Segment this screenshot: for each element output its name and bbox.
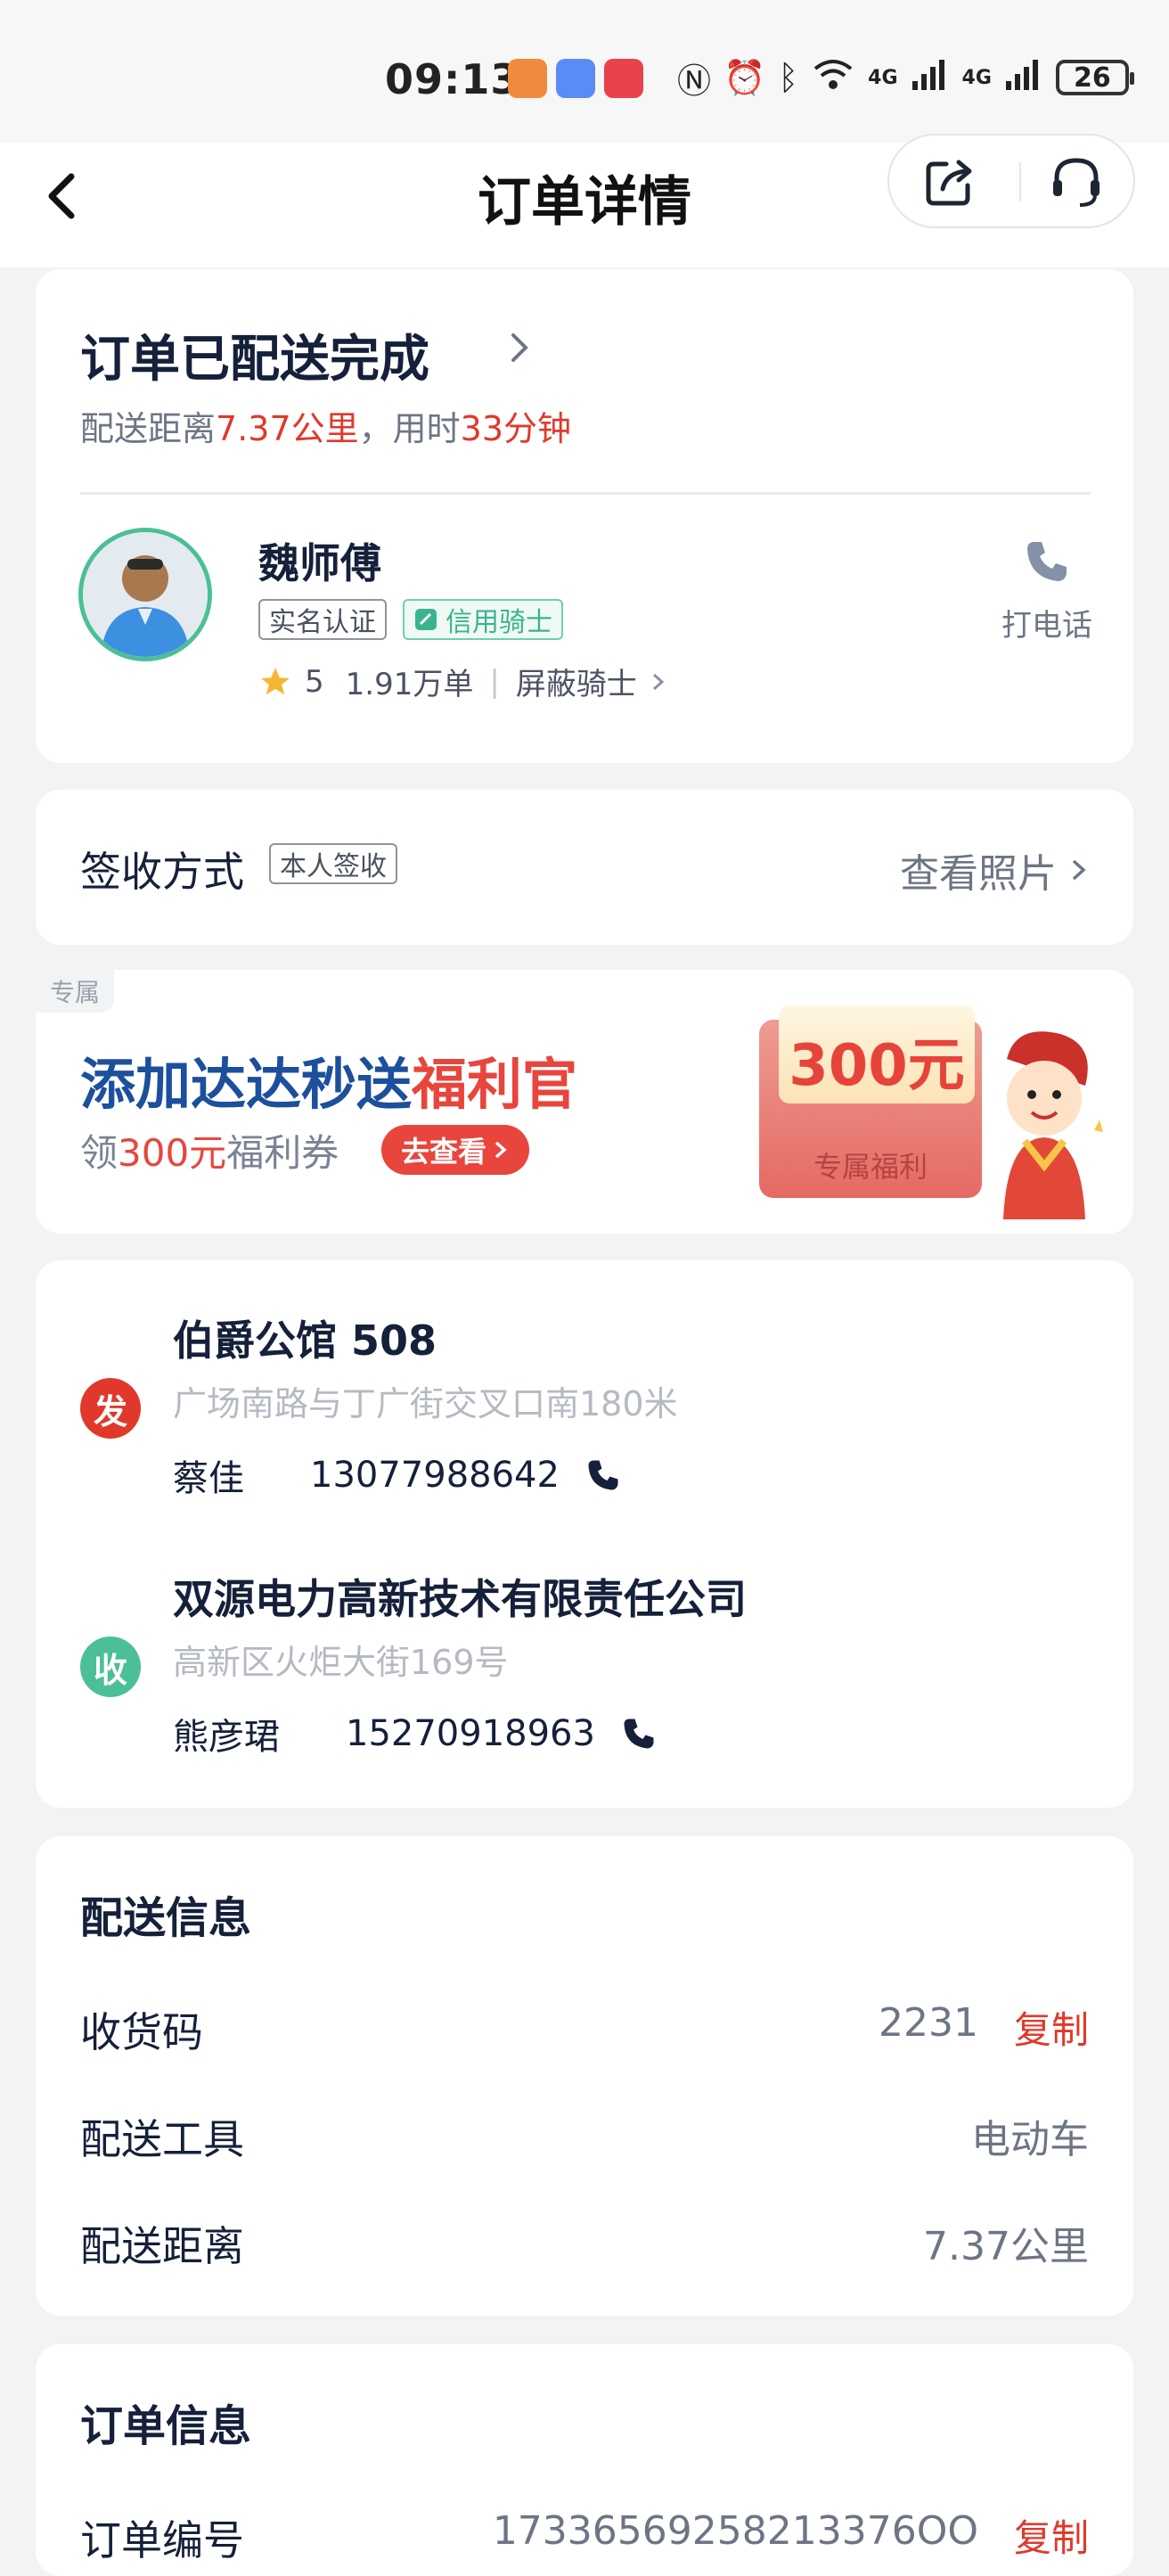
order-number-row: 17336569258213376OO 复制 bbox=[493, 2508, 1089, 2563]
signal-icon-1 bbox=[911, 56, 950, 100]
delivery-tool-value: 电动车 bbox=[971, 2117, 1089, 2162]
sign-method-tag: 本人签收 bbox=[269, 843, 397, 884]
promo-title: 添加达达秒送福利官 bbox=[80, 1039, 577, 1120]
pickup-code-value: 2231 bbox=[879, 2000, 978, 2046]
envelope-label: 专属福利 bbox=[813, 1150, 928, 1184]
pickup-code-label: 收货码 bbox=[80, 2008, 203, 2056]
order-status-title[interactable]: 订单已配送完成 bbox=[80, 319, 429, 391]
alarm-icon: ⏰ bbox=[723, 57, 766, 97]
promo-button-label: 去查看 bbox=[401, 1135, 487, 1169]
call-rider-button[interactable]: 打电话 bbox=[989, 537, 1105, 644]
call-label: 打电话 bbox=[1001, 608, 1092, 644]
promo-banner[interactable]: 专属 添加达达秒送福利官 领300元福利券 去查看 300元 专属福利 bbox=[36, 970, 1133, 1234]
share-icon bbox=[926, 160, 972, 206]
pickup-code-row: 2231 复制 bbox=[879, 2000, 1089, 2055]
status-bar: 09:13 Ⓝ ⏰ ᛒ 4G 4G 26 bbox=[0, 0, 1169, 143]
view-photo-label: 查看照片 bbox=[900, 851, 1057, 897]
sender-contact: 蔡佳 13077988642 bbox=[173, 1449, 622, 1501]
delivery-info-title: 配送信息 bbox=[80, 1893, 252, 1943]
summary-duration: 33分钟 bbox=[460, 409, 572, 448]
network-label-2: 4G bbox=[961, 66, 992, 89]
rider-order-count: 1.91万单 bbox=[345, 667, 474, 702]
summary-prefix: 配送距离 bbox=[80, 409, 217, 448]
sender-phone: 13077988642 bbox=[310, 1455, 560, 1496]
receiver-contact: 熊彦珺 15270918963 bbox=[173, 1708, 658, 1760]
nav-action-group bbox=[887, 134, 1135, 228]
order-info-title: 订单信息 bbox=[80, 2401, 252, 2451]
promo-sub-amount: 300元 bbox=[118, 1131, 227, 1175]
chevron-right-icon bbox=[1072, 859, 1086, 881]
app-notification-icon bbox=[508, 59, 547, 98]
sender-contact-name: 蔡佳 bbox=[173, 1458, 244, 1499]
sender-badge: 发 bbox=[80, 1378, 141, 1439]
phone-icon bbox=[1027, 542, 1067, 581]
sender-address: 广场南路与丁广街交叉口南180米 bbox=[173, 1384, 678, 1423]
credit-rider-tag: 信用骑士 bbox=[403, 599, 563, 640]
receiver-address: 高新区火炬大街169号 bbox=[173, 1643, 509, 1682]
customer-service-button[interactable] bbox=[1048, 153, 1105, 210]
delivery-info-card: 配送信息 收货码 2231 复制 配送工具 电动车 配送距离 7.37公里 bbox=[36, 1836, 1133, 2316]
nfc-icon: Ⓝ bbox=[677, 61, 712, 101]
phone-icon[interactable] bbox=[620, 1715, 658, 1752]
promo-sub-prefix: 领 bbox=[80, 1131, 119, 1175]
signal-icon-2 bbox=[1004, 56, 1043, 100]
delivery-distance-value: 7.37公里 bbox=[923, 2224, 1089, 2269]
phone-icon[interactable] bbox=[584, 1456, 622, 1494]
promo-sub-suffix: 福利券 bbox=[226, 1131, 339, 1175]
promo-title-highlight: 福利官 bbox=[412, 1052, 578, 1117]
rider-stats: 5 1.91万单 | 屏蔽骑士 bbox=[258, 660, 667, 703]
view-photo-link[interactable]: 查看照片 bbox=[900, 841, 1089, 898]
wifi-icon bbox=[811, 56, 855, 100]
message-notification-icon bbox=[556, 59, 595, 98]
network-label-1: 4G bbox=[868, 66, 898, 89]
copy-order-button[interactable]: 复制 bbox=[1014, 2508, 1089, 2563]
bluetooth-icon: ᛒ bbox=[778, 58, 799, 97]
receiver-phone: 15270918963 bbox=[346, 1713, 595, 1754]
block-rider-link[interactable]: 屏蔽骑士 bbox=[516, 660, 637, 703]
promo-view-button[interactable]: 去查看 bbox=[381, 1125, 530, 1175]
rider-rating: 5 bbox=[305, 663, 324, 700]
status-time: 09:13 bbox=[385, 55, 520, 103]
status-chevron-icon[interactable] bbox=[508, 328, 533, 371]
order-number-value: 17336569258213376OO bbox=[492, 2508, 978, 2554]
promo-corner-tag: 专属 bbox=[36, 970, 115, 1013]
envelope-amount: 300元 bbox=[789, 1033, 965, 1099]
nav-action-divider bbox=[1019, 162, 1021, 201]
sign-method-label: 签收方式 bbox=[80, 848, 244, 896]
status-icons: Ⓝ ⏰ ᛒ 4G 4G 26 bbox=[677, 55, 1134, 101]
chevron-right-icon bbox=[652, 673, 665, 690]
share-button[interactable] bbox=[923, 155, 977, 209]
chevron-right-icon bbox=[495, 1141, 507, 1159]
credit-rider-label: 信用骑士 bbox=[446, 607, 552, 638]
rider-name: 魏师傅 bbox=[258, 539, 381, 587]
divider bbox=[80, 492, 1091, 495]
promo-subtitle: 领300元福利券 bbox=[80, 1123, 339, 1177]
order-number-label: 订单编号 bbox=[80, 2516, 244, 2564]
customer-service-icon bbox=[1053, 158, 1100, 207]
summary-mid: ，用时 bbox=[358, 409, 461, 448]
star-icon bbox=[261, 667, 290, 694]
mascot-illustration bbox=[1003, 1031, 1103, 1219]
sign-method-card: 签收方式 本人签收 查看照片 bbox=[36, 790, 1133, 945]
order-info-card: 订单信息 订单编号 17336569258213376OO 复制 bbox=[36, 2344, 1133, 2576]
battery-icon: 26 bbox=[1055, 60, 1134, 95]
receiver-badge: 收 bbox=[80, 1637, 141, 1697]
copy-code-button[interactable]: 复制 bbox=[1014, 2000, 1089, 2055]
address-card: 伯爵公馆 508 发 广场南路与丁广街交叉口南180米 蔡佳 130779886… bbox=[36, 1260, 1133, 1808]
receiver-name: 双源电力高新技术有限责任公司 bbox=[173, 1575, 747, 1623]
leaf-icon bbox=[415, 609, 437, 630]
delivery-distance-label: 配送距离 bbox=[80, 2222, 244, 2270]
stats-separator: | bbox=[489, 663, 500, 700]
receiver-contact-name: 熊彦珺 bbox=[173, 1717, 280, 1758]
delivery-tool-label: 配送工具 bbox=[80, 2115, 244, 2163]
verified-tag: 实名认证 bbox=[258, 599, 387, 640]
promo-title-main: 添加达达秒送 bbox=[80, 1052, 413, 1117]
delivery-summary: 配送距离7.37公里，用时33分钟 bbox=[80, 401, 571, 450]
sender-name: 伯爵公馆 508 bbox=[173, 1317, 437, 1365]
order-status-card: 订单已配送完成 配送距离7.37公里，用时33分钟 魏师傅 实名认证 信用骑士 … bbox=[36, 269, 1133, 763]
xiaohongshu-notification-icon bbox=[604, 59, 643, 98]
summary-distance: 7.37公里 bbox=[216, 409, 359, 448]
rider-avatar[interactable] bbox=[78, 528, 212, 661]
